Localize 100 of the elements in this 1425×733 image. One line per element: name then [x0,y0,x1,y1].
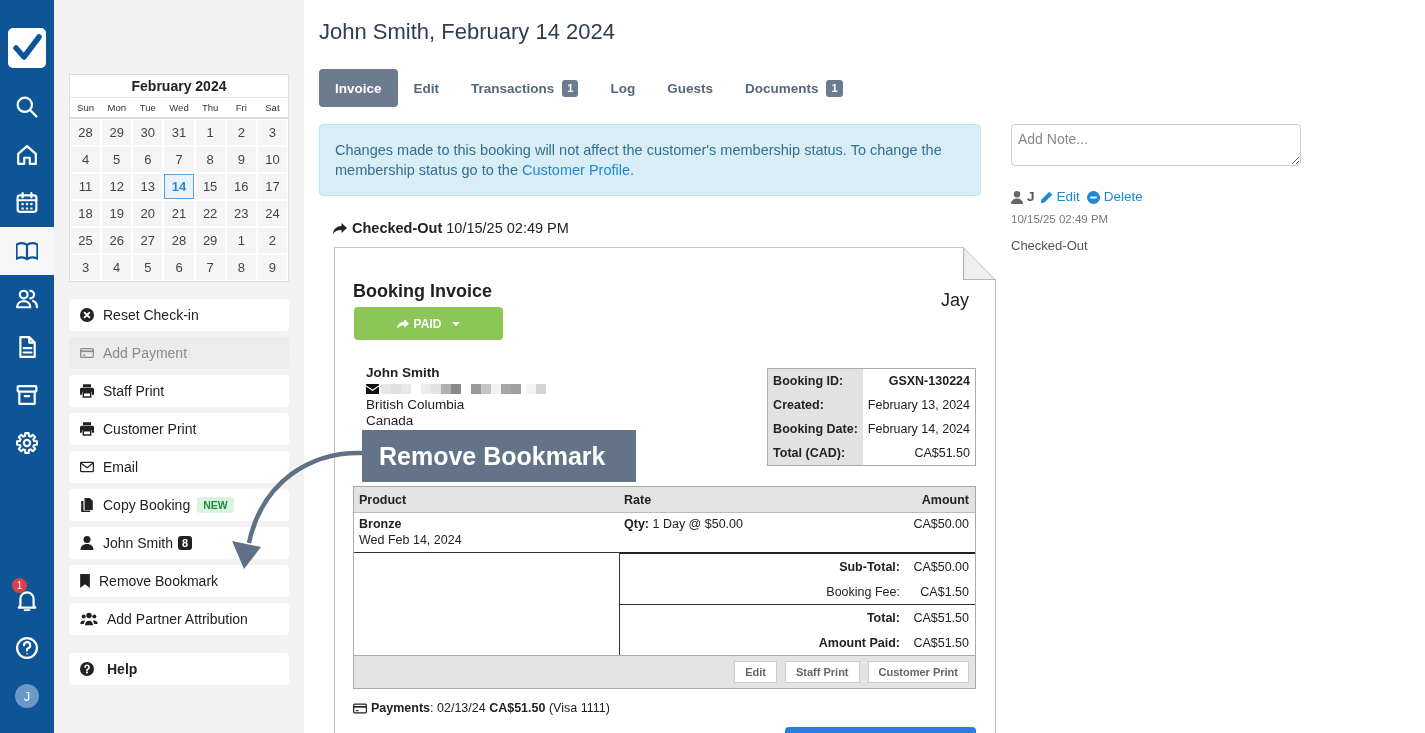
calendar-day[interactable]: 29 [102,120,132,145]
calendar-day[interactable]: 5 [133,255,163,280]
footer-button[interactable]: Customer Print [867,661,969,683]
new-tag: NEW [197,497,234,513]
envelope-icon [366,384,379,394]
tab[interactable]: Guests [651,69,729,107]
column-header: Rate [624,492,653,507]
calendar-day[interactable]: 17 [257,174,287,199]
action-button[interactable]: Reset Check-in [69,299,289,331]
invoice-title: Booking Invoice [353,280,494,302]
calendar-day[interactable]: 8 [195,147,225,172]
tab[interactable]: Documents 1 [728,69,859,107]
pencil-icon [1039,190,1053,204]
calendar-day[interactable]: 19 [102,201,132,226]
calendar-day[interactable]: 5 [102,147,132,172]
calendar-day[interactable]: 6 [164,255,194,280]
share-arrow-icon [396,318,409,329]
document-icon [16,336,38,358]
calendar-day[interactable]: 3 [71,255,101,280]
page-title: John Smith, February 14 2024 [319,19,616,45]
calendar-day[interactable]: 20 [133,201,163,226]
calendar-day[interactable]: 26 [102,228,132,253]
calendar-day[interactable]: 23 [226,201,256,226]
total-value: CA$1.50 [919,584,969,599]
calendar-day[interactable]: 28 [164,228,194,253]
checkmark-logo-icon [8,28,46,68]
note-author: J [1027,188,1035,206]
calendar-day[interactable]: 25 [71,228,101,253]
footer-button[interactable]: Edit [734,661,777,683]
annotation-callout: Remove Bookmark [362,430,636,482]
calendar-day[interactable]: 18 [71,201,101,226]
calendar-day[interactable]: 28 [71,120,101,145]
weekday-label: Mon [106,101,127,115]
calendar-day[interactable]: 12 [102,174,132,199]
tab[interactable]: Transactions 1 [455,69,595,107]
total-value: CA$51.50 [912,635,969,650]
account-name: Jay [941,289,969,311]
calendar-day[interactable]: 16 [226,174,256,199]
help-icon [16,637,38,659]
calendar-day[interactable]: 24 [257,201,287,226]
calendar-day[interactable]: 8 [226,255,256,280]
close-circle-icon [80,308,94,322]
total-label: Sub-Total: [838,559,900,574]
calendar-day[interactable]: 4 [102,255,132,280]
calendar-day[interactable]: 9 [226,147,256,172]
calendar-day[interactable]: 10 [257,147,287,172]
calendar-day[interactable]: 2 [226,120,256,145]
delete-link[interactable]: Delete [1086,188,1143,206]
calendar-day[interactable]: 7 [195,255,225,280]
calendar-day[interactable]: 4 [71,147,101,172]
calendar-day[interactable]: 3 [257,120,287,145]
calendar-day[interactable]: 1 [226,228,256,253]
note-input[interactable]: Add Note... [1011,124,1301,166]
calendar-day[interactable]: 1 [195,120,225,145]
table-cell: Total (CAD): [767,441,863,466]
calendar-day[interactable]: 6 [133,147,163,172]
printer-icon [80,422,94,436]
table-cell: February 14, 2024 [862,417,976,441]
archive-box-icon [16,384,38,406]
action-button[interactable]: Staff Print [69,375,289,407]
home-icon [16,144,38,166]
calendar-day[interactable]: 2 [257,228,287,253]
calendar-icon [16,192,38,214]
search-icon [16,96,38,118]
tab[interactable]: Log [594,69,652,107]
calendar-day[interactable]: 11 [71,174,101,199]
action-button[interactable]: Customer Print [69,413,289,445]
total-label: Total: [865,610,900,625]
envelope-icon [80,460,94,474]
edit-link[interactable]: Edit [1039,188,1080,206]
table-cell-text: Bronze [359,516,403,532]
minus-circle-icon [1086,190,1100,204]
calendar-day[interactable]: 21 [164,201,194,226]
calendar-day[interactable]: 9 [257,255,287,280]
nav-item[interactable]: 1 [0,576,54,624]
action-button[interactable]: Email [69,451,289,483]
tab[interactable]: Invoice [319,69,398,107]
help-button[interactable]: Help [69,653,289,685]
user-icon [1011,190,1023,204]
alert-text: Changes made to this booking will not affect the customer's membership status. To change the membership status go to the Customer Profile. [335,141,943,180]
table-cell-text: CA$50.00 [913,516,969,533]
calendar-day[interactable]: 30 [133,120,163,145]
table-cell: Created: [767,393,863,417]
folded-corner-icon [963,247,996,280]
nav-item[interactable] [0,227,54,275]
action-button[interactable]: Add Partner Attribution [69,603,289,635]
note-timestamp: 10/15/25 02:49 PM [1011,212,1110,226]
calendar-day[interactable]: 22 [195,201,225,226]
calendar-day[interactable]: 29 [195,228,225,253]
calendar-day[interactable]: 7 [164,147,194,172]
tab[interactable]: Edit [397,69,456,107]
calendar-day[interactable]: 15 [195,174,225,199]
calendar-day[interactable]: 31 [164,120,194,145]
action-button[interactable]: Copy Booking NEW [69,489,289,521]
action-button[interactable]: Remove Bookmark [69,565,289,597]
calendar-day[interactable]: 27 [133,228,163,253]
footer-button[interactable]: Staff Print [784,661,860,683]
payments-text: Payments: 02/13/24 CA$51.50 (Visa 1111) [371,701,610,715]
calendar-day[interactable]: 13 [133,174,163,199]
action-button[interactable]: John Smith 8 [69,527,289,559]
